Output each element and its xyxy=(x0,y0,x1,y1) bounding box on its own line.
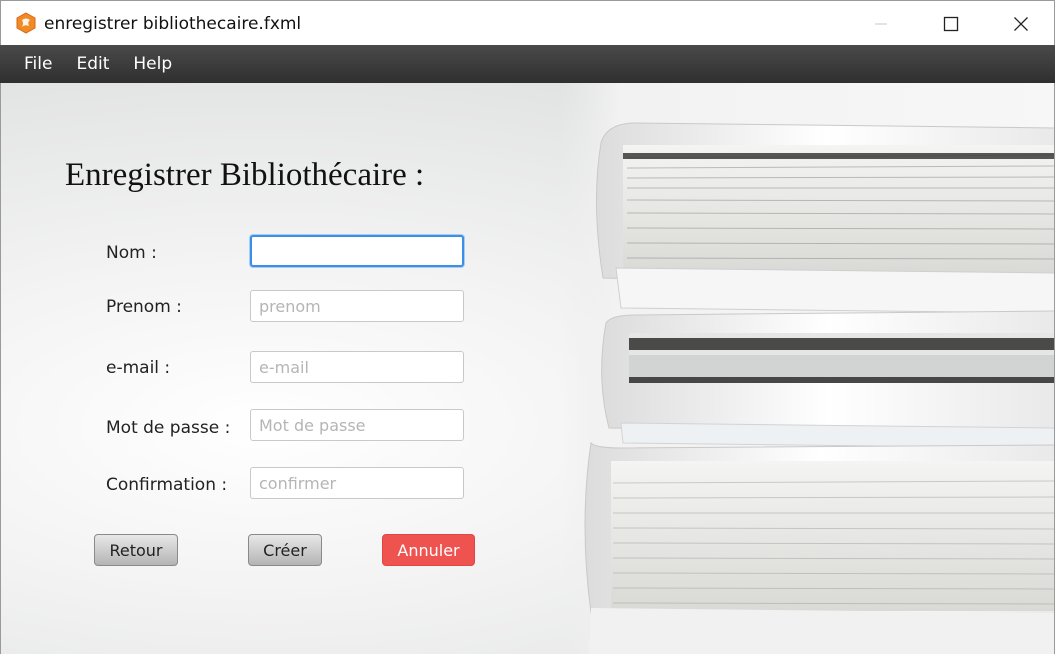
confirmation-label: Confirmation : xyxy=(106,475,228,495)
prenom-label: Prenom : xyxy=(106,297,182,317)
page-title: Enregistrer Bibliothécaire : xyxy=(65,157,425,193)
password-input[interactable] xyxy=(250,409,464,441)
password-label: Mot de passe : xyxy=(106,418,231,438)
email-label: e-mail : xyxy=(106,358,171,378)
close-button[interactable] xyxy=(986,1,1055,46)
prenom-input[interactable] xyxy=(250,290,464,322)
nom-input[interactable] xyxy=(250,235,464,267)
menu-file[interactable]: File xyxy=(12,45,64,83)
confirmation-input[interactable] xyxy=(250,467,464,499)
email-input[interactable] xyxy=(250,351,464,383)
app-icon xyxy=(15,12,37,34)
menu-edit[interactable]: Edit xyxy=(64,45,121,83)
maximize-button[interactable] xyxy=(916,1,986,46)
window-title: enregistrer bibliothecaire.fxml xyxy=(44,14,302,34)
form-panel: Enregistrer Bibliothécaire : Nom : Preno… xyxy=(0,83,1055,654)
minimize-icon xyxy=(875,23,887,24)
close-icon xyxy=(1014,16,1028,31)
create-button[interactable]: Créer xyxy=(248,534,322,566)
window-titlebar[interactable]: enregistrer bibliothecaire.fxml xyxy=(0,0,1055,45)
menu-bar: File Edit Help xyxy=(0,45,1055,83)
menu-help[interactable]: Help xyxy=(121,45,184,83)
books-background-image xyxy=(561,83,1054,654)
back-button[interactable]: Retour xyxy=(94,534,178,566)
maximize-icon xyxy=(943,16,959,31)
cancel-button[interactable]: Annuler xyxy=(382,534,475,566)
minimize-button[interactable] xyxy=(846,1,916,46)
nom-label: Nom : xyxy=(106,243,157,263)
